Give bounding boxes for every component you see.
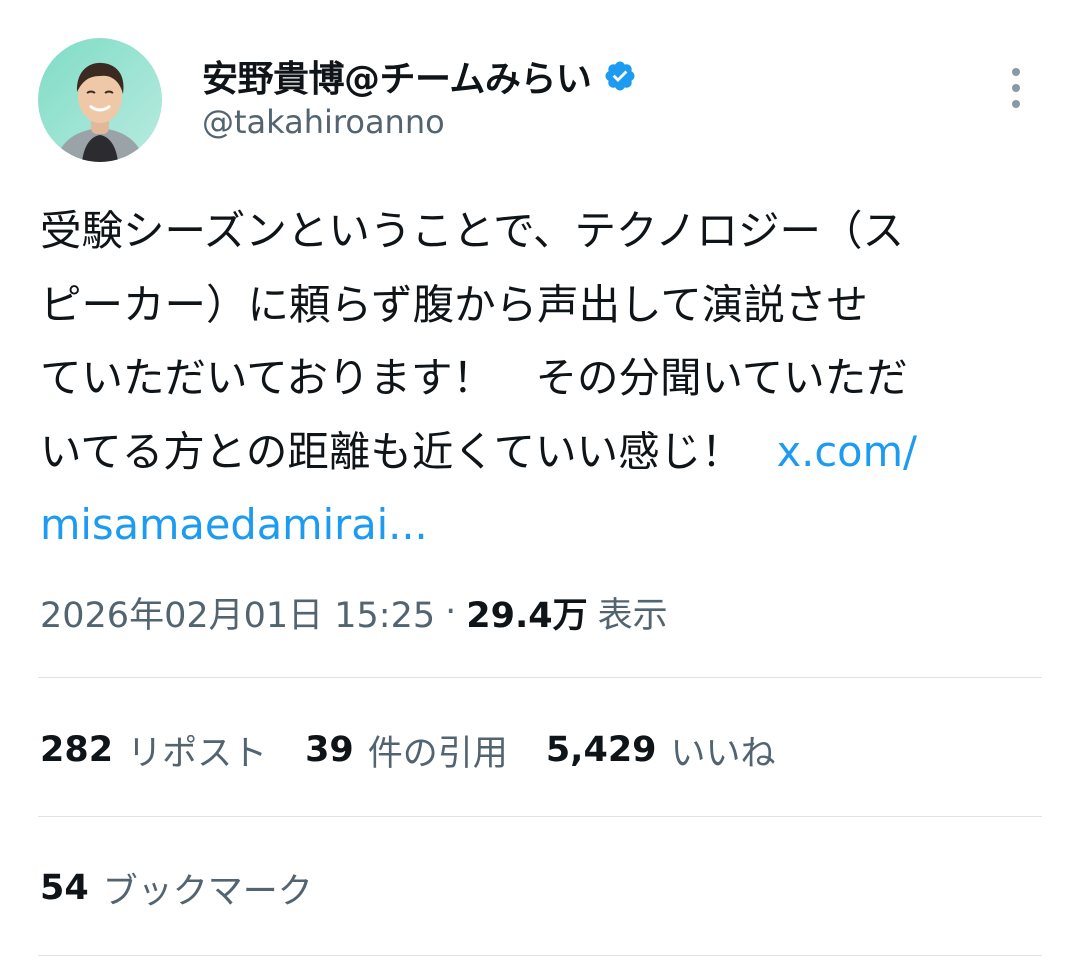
bookmarks-label: ブックマーク — [102, 871, 313, 912]
bookmarks-stat-row: 54 ブックマーク — [40, 860, 351, 916]
quotes-stat[interactable]: 39 件の引用 — [305, 725, 508, 776]
meta-separator: · — [445, 592, 457, 632]
views-count[interactable]: 29.4万 — [466, 587, 587, 638]
quotes-label: 件の引用 — [367, 733, 508, 774]
author-avatar[interactable] — [38, 38, 162, 162]
tweet-detail: 安野貴博@チームみらい @takahiroanno 受験シーズンということで、テ… — [0, 0, 1080, 962]
divider — [38, 816, 1042, 817]
divider — [38, 955, 1042, 956]
tweet-timestamp[interactable]: 2026年02月01日 15:25 — [40, 587, 435, 638]
engagement-stats: 282 リポスト 39 件の引用 5,429 いいね — [40, 722, 814, 778]
author-name-row: 安野貴博@チームみらい — [202, 50, 637, 102]
bookmarks-stat[interactable]: 54 ブックマーク — [40, 863, 313, 914]
tweet-text-line-with-link: いてる方との距離も近くていい感じ！ x.com/ — [40, 415, 1050, 489]
tweet-text-line: misamaedamirai... — [40, 488, 1050, 562]
tweet-link[interactable]: x.com/ — [777, 427, 917, 476]
tweet-meta: 2026年02月01日 15:25 · 29.4万 表示 — [40, 586, 668, 638]
tweet-text-line: ていただいております！ その分聞いていただ — [40, 353, 908, 402]
likes-stat[interactable]: 5,429 いいね — [546, 725, 776, 776]
bookmarks-count: 54 — [40, 868, 89, 908]
tweet-text-line: 受験シーズンということで、テクノロジー（ス — [40, 206, 905, 255]
author-display-name[interactable]: 安野貴博@チームみらい — [202, 50, 592, 102]
more-vertical-icon — [1012, 68, 1020, 76]
likes-count: 5,429 — [545, 730, 657, 770]
more-options-button[interactable] — [994, 62, 1038, 114]
verified-badge-icon — [603, 59, 637, 93]
reposts-label: リポスト — [127, 733, 268, 774]
quotes-count: 39 — [305, 730, 354, 770]
tweet-link-continued[interactable]: misamaedamirai... — [40, 500, 428, 549]
reposts-stat[interactable]: 282 リポスト — [40, 725, 267, 776]
more-vertical-icon-dot — [1012, 84, 1020, 92]
avatar-photo-icon — [38, 38, 162, 162]
views-label: 表示 — [597, 595, 668, 636]
reposts-count: 282 — [40, 730, 114, 770]
tweet-text: 受験シーズンということで、テクノロジー（ス ピーカー）に頼らず腹から声出して演説… — [40, 194, 1050, 562]
tweet-text-line: ピーカー）に頼らず腹から声出して演説させ — [40, 279, 868, 329]
divider — [38, 677, 1042, 678]
more-vertical-icon-dot — [1012, 100, 1020, 108]
tweet-text-line: いてる方との距離も近くていい感じ！ — [40, 426, 743, 476]
likes-label: いいね — [670, 733, 776, 774]
author-handle[interactable]: @takahiroanno — [202, 103, 445, 141]
